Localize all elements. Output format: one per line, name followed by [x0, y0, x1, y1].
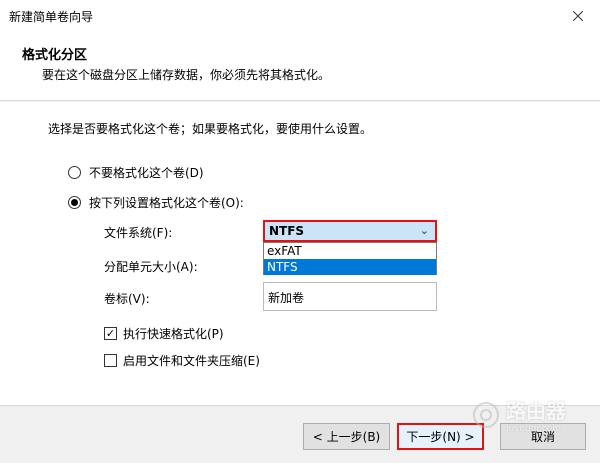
filesystem-select[interactable]: NTFS ⌄ — [263, 220, 437, 242]
watermark-url: luyouqi.com — [506, 424, 562, 434]
checkbox-label: 执行快速格式化(P) — [123, 327, 224, 341]
radio-no-format[interactable]: 不要格式化这个卷(D) — [68, 164, 204, 181]
window-title: 新建简单卷向导 — [9, 10, 94, 24]
page-title: 格式化分区 — [22, 48, 88, 63]
checkbox-label: 启用文件和文件夹压缩(E) — [123, 354, 260, 368]
radio-label: 按下列设置格式化这个卷(O): — [89, 196, 244, 210]
quick-format-checkbox[interactable]: ✓ — [104, 327, 117, 340]
filesystem-selected-value: NTFS — [269, 224, 305, 238]
page-subtitle: 要在这个磁盘分区上储存数据，你必须先将其格式化。 — [42, 68, 331, 82]
title-bar: 新建简单卷向导 — [0, 0, 600, 32]
chevron-down-icon: ⌄ — [419, 224, 429, 237]
compression-checkbox[interactable] — [104, 354, 117, 367]
quick-format-option[interactable]: ✓ 执行快速格式化(P) — [104, 325, 224, 342]
volume-label-label: 卷标(V): — [104, 292, 150, 306]
filesystem-label: 文件系统(F): — [104, 226, 173, 240]
dropdown-option-exfat[interactable]: exFAT — [264, 243, 436, 259]
filesystem-dropdown-list: exFAT NTFS — [263, 242, 437, 275]
radio-label: 不要格式化这个卷(D) — [89, 166, 204, 180]
close-icon — [573, 11, 583, 21]
allocation-label: 分配单元大小(A): — [104, 260, 198, 274]
dropdown-option-ntfs[interactable]: NTFS — [264, 259, 436, 275]
wizard-content: 选择是否要格式化这个卷；如果要格式化，要使用什么设置。 不要格式化这个卷(D) … — [0, 102, 600, 406]
radio-button-checked[interactable] — [68, 196, 81, 209]
radio-button[interactable] — [68, 166, 81, 179]
close-button[interactable] — [556, 0, 600, 32]
wizard-header: 格式化分区 要在这个磁盘分区上储存数据，你必须先将其格式化。 — [0, 32, 600, 101]
instruction-text: 选择是否要格式化这个卷；如果要格式化，要使用什么设置。 — [48, 122, 373, 136]
back-button[interactable]: < 上一步(B) — [303, 423, 390, 450]
volume-label-input[interactable]: 新加卷 — [263, 282, 437, 311]
next-button[interactable]: 下一步(N) > — [397, 423, 484, 450]
radio-format[interactable]: 按下列设置格式化这个卷(O): — [68, 194, 244, 211]
watermark: 路由器 luyouqi.com — [472, 395, 566, 434]
watermark-title: 路由器 — [506, 399, 566, 423]
compression-option[interactable]: 启用文件和文件夹压缩(E) — [104, 352, 260, 369]
router-logo-icon — [473, 401, 499, 428]
